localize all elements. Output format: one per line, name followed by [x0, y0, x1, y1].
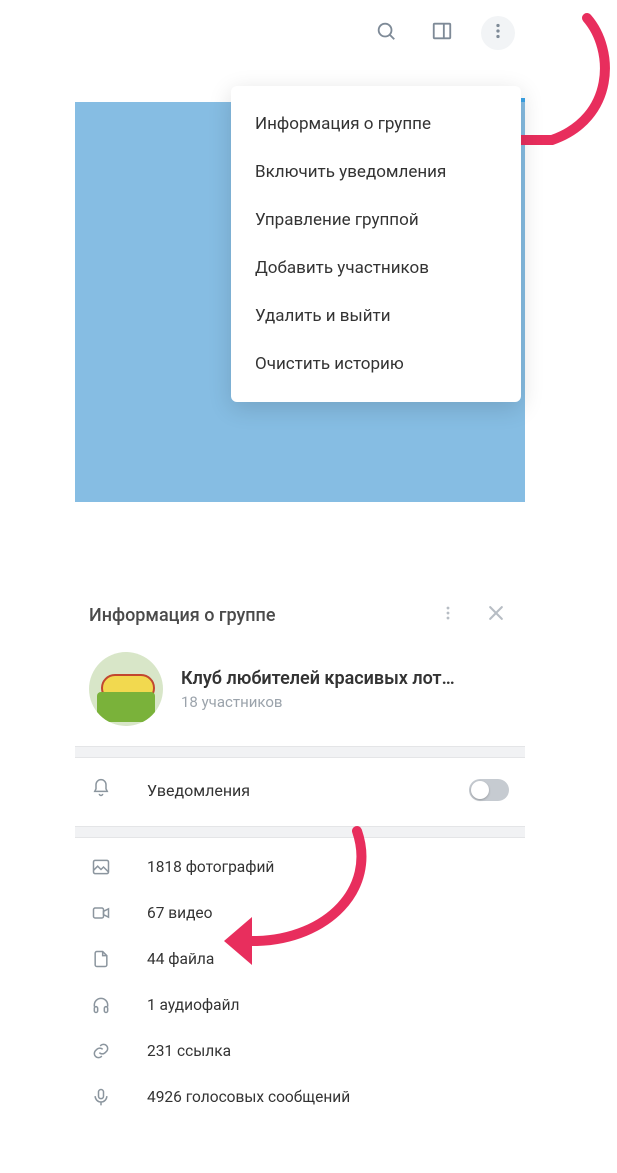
more-options-button[interactable]: [481, 16, 515, 50]
headphones-icon: [91, 995, 111, 1015]
section-separator: [75, 746, 525, 758]
media-row-links[interactable]: 231 ссылка: [91, 1028, 509, 1074]
info-panel-header: Информация о группе: [75, 586, 525, 648]
more-vertical-icon: [438, 603, 458, 627]
photo-icon: [91, 857, 111, 877]
menu-item-group-info[interactable]: Информация о группе: [231, 100, 521, 148]
chat-toolbar: [75, 12, 525, 54]
search-button[interactable]: [369, 16, 403, 50]
sidebar-icon: [431, 20, 453, 46]
media-summary-list: 1818 фотографий 67 видео 44 файла: [75, 838, 525, 1130]
section-separator: [75, 826, 525, 838]
context-menu: Информация о группе Включить уведомления…: [231, 86, 521, 402]
group-name: Клуб любителей красивых лот…: [181, 668, 455, 689]
file-icon: [91, 949, 111, 969]
info-panel-title: Информация о группе: [89, 605, 415, 626]
search-icon: [375, 20, 397, 46]
group-info-panel: Информация о группе Клуб любителей краси…: [75, 586, 525, 1130]
menu-item-delete-leave[interactable]: Удалить и выйти: [231, 292, 521, 340]
media-label: 4926 голосовых сообщений: [147, 1088, 350, 1106]
microphone-icon: [91, 1087, 111, 1107]
media-label: 44 файла: [147, 950, 214, 968]
media-label: 231 ссылка: [147, 1042, 231, 1060]
group-avatar: [89, 652, 163, 726]
bell-icon: [91, 778, 111, 802]
notifications-row: Уведомления: [75, 758, 525, 826]
group-text-block: Клуб любителей красивых лот… 18 участник…: [181, 668, 455, 711]
notifications-label: Уведомления: [147, 781, 469, 800]
media-row-voice[interactable]: 4926 голосовых сообщений: [91, 1074, 509, 1120]
menu-item-enable-notifications[interactable]: Включить уведомления: [231, 148, 521, 196]
close-button[interactable]: [481, 600, 511, 630]
media-label: 67 видео: [147, 904, 213, 922]
link-icon: [91, 1041, 111, 1061]
media-label: 1818 фотографий: [147, 858, 274, 876]
media-row-files[interactable]: 44 файла: [91, 936, 509, 982]
media-row-photos[interactable]: 1818 фотографий: [91, 844, 509, 890]
group-members-count: 18 участников: [181, 693, 455, 711]
menu-item-add-members[interactable]: Добавить участников: [231, 244, 521, 292]
close-icon: [486, 603, 506, 627]
media-row-videos[interactable]: 67 видео: [91, 890, 509, 936]
media-row-audio[interactable]: 1 аудиофайл: [91, 982, 509, 1028]
video-icon: [91, 903, 111, 923]
more-vertical-icon: [487, 20, 509, 46]
menu-item-manage-group[interactable]: Управление группой: [231, 196, 521, 244]
menu-item-clear-history[interactable]: Очистить историю: [231, 340, 521, 388]
sidebar-toggle-button[interactable]: [425, 16, 459, 50]
group-header-row[interactable]: Клуб любителей красивых лот… 18 участник…: [75, 648, 525, 746]
info-more-button[interactable]: [433, 600, 463, 630]
media-label: 1 аудиофайл: [147, 996, 240, 1014]
notifications-toggle[interactable]: [469, 779, 509, 801]
